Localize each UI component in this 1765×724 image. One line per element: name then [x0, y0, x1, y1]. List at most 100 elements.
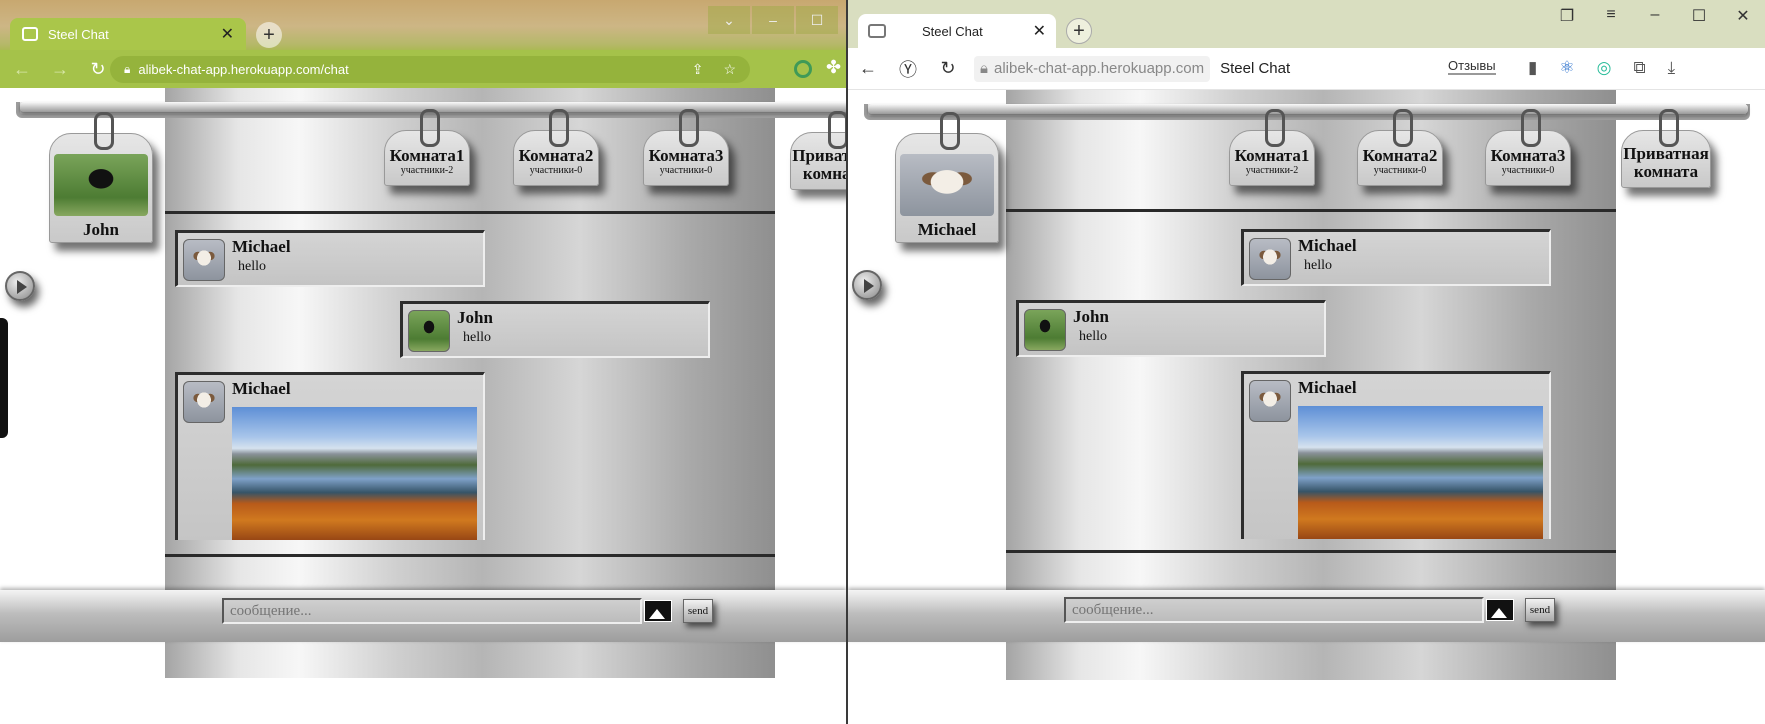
- right-browser-window: Steel Chat ✕ + ❐ ≡ – ☐ ✕ ← Ⓨ ↻ 🔒︎ alibek…: [848, 0, 1765, 724]
- message-item: Michael hello: [1241, 229, 1551, 286]
- menu-icon[interactable]: ≡: [1599, 6, 1623, 26]
- tab-close-icon[interactable]: ✕: [221, 24, 234, 44]
- divider-bottom: [1006, 550, 1616, 553]
- bookmark-icon[interactable]: ▮: [1528, 58, 1537, 78]
- room-name: Комната1: [389, 146, 465, 165]
- back-arrow-icon[interactable]: ←: [848, 58, 888, 79]
- message-input[interactable]: [222, 598, 642, 624]
- minimize-icon[interactable]: –: [752, 6, 794, 34]
- message-item: John hello: [400, 301, 710, 358]
- message-list: Michael hello John hello Michael: [175, 230, 775, 540]
- room-name: Комната3: [648, 146, 724, 165]
- private-room-tag[interactable]: Приватная комната: [790, 111, 846, 190]
- yandex-tabbar: Steel Chat ✕ + ❐ ≡ – ☐ ✕: [848, 0, 1765, 48]
- address-bar[interactable]: 🔒︎ alibek-chat-app.herokuapp.com: [974, 55, 1211, 82]
- minimize-icon[interactable]: –: [1643, 6, 1667, 26]
- message-author: John: [457, 308, 493, 327]
- message-text: hello: [238, 259, 266, 274]
- sidebar-toggle-button[interactable]: [852, 270, 882, 300]
- image-upload-icon[interactable]: [644, 600, 672, 622]
- message-item: Michael: [175, 372, 485, 540]
- yandex-logo-icon[interactable]: Ⓨ: [888, 56, 928, 82]
- current-user-name: Michael: [917, 220, 977, 239]
- window-controls: ❐ ≡ – ☐ ✕: [1555, 6, 1755, 26]
- private-room-tag[interactable]: Приватная комната: [1621, 109, 1711, 188]
- user-photo: [900, 154, 994, 216]
- send-button[interactable]: send: [683, 599, 713, 623]
- extension-icon[interactable]: [794, 60, 812, 78]
- room-name: Комната3: [1490, 146, 1566, 165]
- room-tag-1[interactable]: Комната1 участники-2: [1229, 109, 1315, 186]
- hanger-bar: [868, 104, 1748, 114]
- user-photo: [54, 154, 148, 216]
- message-image[interactable]: [1298, 406, 1543, 539]
- sidebar-edge: [0, 318, 8, 438]
- chat-page: John Комната1 участники-2 Комната2 участ…: [0, 88, 846, 724]
- divider-top: [165, 211, 775, 214]
- sidebar-toggle-button[interactable]: [5, 271, 35, 301]
- window-controls: ⌄ – ☐: [708, 6, 838, 34]
- room-name: Комната1: [1234, 146, 1310, 165]
- collections-icon[interactable]: ❐: [1555, 6, 1579, 26]
- divider-top: [1006, 209, 1616, 212]
- react-devtools-icon[interactable]: ⚛: [1559, 58, 1574, 78]
- message-image[interactable]: [232, 407, 477, 540]
- chrome-tabbar: Steel Chat ✕ + ⌄ – ☐: [0, 0, 846, 50]
- room-tag-3[interactable]: Комната3 участники-0: [643, 109, 729, 186]
- forward-arrow-icon[interactable]: →: [44, 59, 76, 80]
- extensions-icon[interactable]: ⧉: [1633, 58, 1645, 78]
- new-tab-button[interactable]: +: [1066, 18, 1092, 44]
- reviews-button[interactable]: Отзывы: [1448, 58, 1496, 75]
- page-title: Steel Chat: [1220, 60, 1291, 77]
- dropdown-icon[interactable]: ⌄: [708, 6, 750, 34]
- avatar: [1249, 380, 1291, 422]
- share-icon[interactable]: ⇪: [692, 61, 704, 78]
- divider-bottom: [165, 554, 775, 557]
- close-icon[interactable]: ✕: [1731, 6, 1755, 26]
- room-tag-1[interactable]: Комната1 участники-2: [384, 109, 470, 186]
- alice-icon[interactable]: ◎: [1597, 58, 1612, 78]
- tab-favicon-icon: [868, 24, 886, 38]
- browser-tab[interactable]: Steel Chat ✕: [858, 14, 1056, 48]
- room-tag-3[interactable]: Комната3 участники-0: [1485, 109, 1571, 186]
- url-text: alibek-chat-app.herokuapp.com: [993, 60, 1205, 77]
- tab-title: Steel Chat: [48, 26, 109, 42]
- message-list: Michael hello John hello Michael: [1016, 229, 1616, 539]
- maximize-icon[interactable]: ☐: [796, 6, 838, 34]
- room-count: участники-0: [659, 165, 713, 176]
- lock-icon: 🔒︎: [124, 62, 131, 76]
- current-user-tag: Michael: [895, 112, 999, 243]
- chat-page: Michael Комната1 участники-2 Комната2 уч…: [848, 90, 1765, 724]
- room-name: Комната2: [1362, 146, 1438, 165]
- tab-close-icon[interactable]: ✕: [1033, 21, 1046, 41]
- bookmark-star-icon[interactable]: ☆: [723, 61, 736, 78]
- maximize-icon[interactable]: ☐: [1687, 6, 1711, 26]
- tab-favicon-icon: [22, 27, 38, 41]
- message-text: hello: [463, 330, 491, 345]
- puzzle-extensions-icon[interactable]: ✤: [826, 57, 841, 78]
- avatar: [408, 310, 450, 352]
- room-name: Комната2: [518, 146, 594, 165]
- tab-title: Steel Chat: [922, 23, 983, 39]
- toolbar-icons: ▮ ⚛ ◎ ⧉ ⤓: [1528, 58, 1675, 78]
- address-bar[interactable]: 🔒︎ alibek-chat-app.herokuapp.com/chat ⇪ …: [110, 56, 750, 83]
- send-button[interactable]: send: [1525, 598, 1555, 622]
- message-author: Michael: [232, 237, 291, 256]
- image-upload-icon[interactable]: [1486, 599, 1514, 621]
- back-arrow-icon[interactable]: ←: [6, 59, 38, 80]
- room-tag-2[interactable]: Комната2 участники-0: [513, 109, 599, 186]
- browser-tab[interactable]: Steel Chat ✕: [10, 18, 246, 50]
- download-icon[interactable]: ⤓: [1668, 58, 1676, 78]
- message-input[interactable]: [1064, 597, 1484, 623]
- new-tab-button[interactable]: +: [256, 22, 282, 48]
- message-item: John hello: [1016, 300, 1326, 357]
- reload-icon[interactable]: ↻: [928, 58, 968, 79]
- left-browser-window: Steel Chat ✕ + ⌄ – ☐ ← → ↻ 🔒︎ alibek-cha…: [0, 0, 846, 724]
- current-user-name: John: [83, 220, 119, 239]
- message-author: Michael: [232, 379, 291, 398]
- message-text: hello: [1304, 258, 1332, 273]
- room-tag-2[interactable]: Комната2 участники-0: [1357, 109, 1443, 186]
- room-count: участники-0: [529, 165, 583, 176]
- message-author: Michael: [1298, 378, 1357, 397]
- message-author: John: [1073, 307, 1109, 326]
